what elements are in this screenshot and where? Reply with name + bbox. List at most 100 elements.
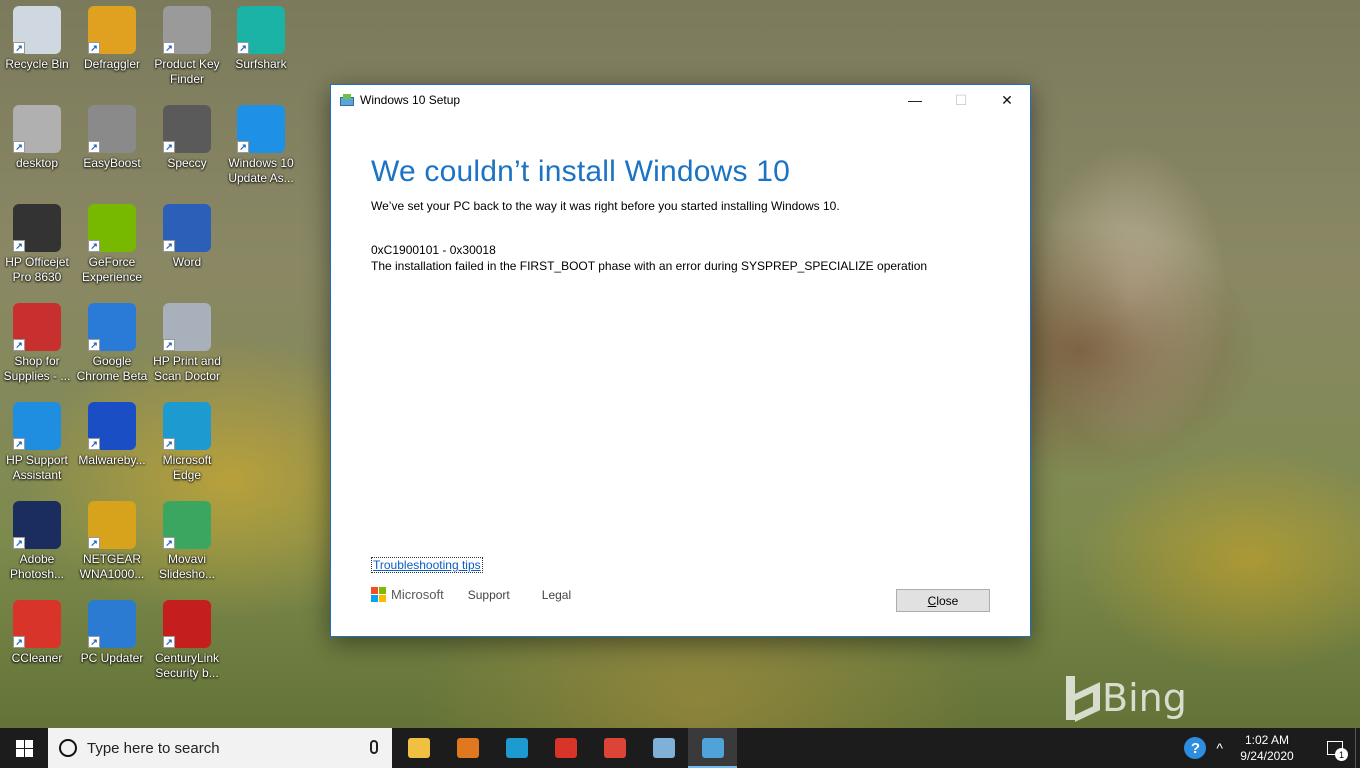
shortcut-arrow-icon: ↗	[88, 240, 100, 252]
taskbar: Type here to search ? ^ 1:02 AM 9/24/202…	[0, 728, 1360, 768]
desktop-icon[interactable]: ↗ Speccy	[150, 99, 224, 191]
shortcut-arrow-icon: ↗	[163, 42, 175, 54]
desktop-icon[interactable]: ↗ Microsoft Edge	[150, 396, 224, 488]
desktop-icon[interactable]: ↗ Product Key Finder	[150, 0, 224, 92]
shortcut-arrow-icon: ↗	[88, 141, 100, 153]
desktop-icon[interactable]: ↗ CCleaner	[0, 594, 74, 686]
windows-update-icon: ↗	[237, 105, 285, 153]
shortcut-arrow-icon: ↗	[13, 636, 25, 648]
taskbar-app-microsoft-edge[interactable]	[492, 728, 541, 768]
surfshark-icon: ↗	[237, 6, 285, 54]
desktop-icon[interactable]: ↗ Word	[150, 198, 224, 290]
windows-logo-icon	[15, 739, 33, 757]
system-tray: ? ^ 1:02 AM 9/24/2020 1	[1184, 728, 1360, 768]
close-button-accel: C	[927, 593, 937, 608]
desktop-icon[interactable]: ↗ Google Chrome Beta	[75, 297, 149, 389]
movavi-icon: ↗	[163, 501, 211, 549]
desktop-icon-label: Microsoft Edge	[162, 453, 212, 482]
desktop-icon[interactable]: ↗ Adobe Photosh...	[0, 495, 74, 587]
desktop-icon[interactable]: ↗ NETGEAR WNA1000...	[75, 495, 149, 587]
action-center-button[interactable]: 1	[1315, 728, 1355, 768]
clock[interactable]: 1:02 AM 9/24/2020	[1235, 732, 1299, 764]
taskbar-app-chrome[interactable]	[590, 728, 639, 768]
taskbar-app-ccleaner[interactable]	[541, 728, 590, 768]
defraggler-icon: ↗	[88, 6, 136, 54]
microphone-icon[interactable]	[370, 740, 378, 754]
desktop-icon[interactable]: ↗ Movavi Slidesho...	[150, 495, 224, 587]
windows-setup-icon	[340, 94, 354, 106]
chrome-icon	[603, 738, 626, 758]
taskbar-search-box[interactable]: Type here to search	[48, 728, 392, 768]
desktop-icon-label: Shop for Supplies - ...	[3, 354, 71, 383]
printer-icon: ↗	[13, 204, 61, 252]
shortcut-arrow-icon: ↗	[13, 240, 25, 252]
edge-icon: ↗	[163, 402, 211, 450]
shortcut-arrow-icon: ↗	[88, 339, 100, 351]
rollback-message: We’ve set your PC back to the way it was…	[371, 199, 840, 213]
cortana-circle-icon	[59, 739, 77, 757]
shortcut-arrow-icon: ↗	[88, 537, 100, 549]
legal-link[interactable]: Legal	[542, 588, 571, 602]
error-heading: We couldn’t install Windows 10	[371, 155, 790, 188]
show-hidden-icons-chevron-icon[interactable]: ^	[1216, 740, 1223, 756]
hp-doctor-icon: ↗	[163, 303, 211, 351]
shortcut-arrow-icon: ↗	[13, 42, 25, 54]
taskbar-app-file-explorer[interactable]	[394, 728, 443, 768]
show-desktop-button[interactable]	[1355, 728, 1360, 768]
easyboost-icon: ↗	[88, 105, 136, 153]
shortcut-arrow-icon: ↗	[88, 636, 100, 648]
minimize-button[interactable]: —	[892, 85, 938, 115]
start-button[interactable]	[0, 728, 48, 768]
desktop-icon-label: Word	[172, 255, 202, 269]
desktop-icon[interactable]: ↗ HP Print and Scan Doctor	[150, 297, 224, 389]
desktop-icon-label: CCleaner	[11, 651, 63, 665]
desktop-icon[interactable]: ↗ GeForce Experience	[75, 198, 149, 290]
title-bar[interactable]: Windows 10 Setup — ☐ ✕	[331, 85, 1030, 115]
mcafee-icon: ↗	[163, 600, 211, 648]
desktop-icon[interactable]: ↗ CenturyLink Security b...	[150, 594, 224, 686]
desktop-icon-label: HP Support Assistant	[6, 453, 68, 482]
support-link[interactable]: Support	[468, 588, 510, 602]
shortcut-arrow-icon: ↗	[163, 339, 175, 351]
ccleaner-icon: ↗	[13, 600, 61, 648]
desktop-icon[interactable]: ↗ EasyBoost	[75, 99, 149, 191]
netgear-icon: ↗	[88, 501, 136, 549]
desktop-icon[interactable]: ↗ Defraggler	[75, 0, 149, 92]
desktop-icon-label: CenturyLink Security b...	[154, 651, 220, 680]
shortcut-arrow-icon: ↗	[13, 339, 25, 351]
desktop-icon[interactable]: ↗ Shop for Supplies - ...	[0, 297, 74, 389]
shortcut-arrow-icon: ↗	[237, 141, 249, 153]
close-button[interactable]: Close	[896, 589, 990, 612]
desktop-icon-label: Malwareby...	[78, 453, 146, 467]
close-window-button[interactable]: ✕	[984, 85, 1030, 115]
desktop-icon-label: Adobe Photosh...	[9, 552, 65, 581]
desktop-icon-label: PC Updater	[80, 651, 144, 665]
taskbar-app-snipping[interactable]	[639, 728, 688, 768]
desktop-icon[interactable]: ↗ PC Updater	[75, 594, 149, 686]
desktop-icon-label: Product Key Finder	[154, 57, 220, 86]
photo-app-icon	[652, 738, 675, 758]
desktop-icon-label: Recycle Bin	[5, 57, 69, 71]
folder-icon	[407, 738, 430, 758]
troubleshooting-tips-link[interactable]: Troubleshooting tips	[371, 557, 483, 573]
setup-footer: Microsoft Support Legal	[371, 587, 603, 602]
desktop-icon[interactable]: ↗ HP Officejet Pro 8630	[0, 198, 74, 290]
bing-watermark: Bing	[1066, 676, 1187, 720]
desktop-icon[interactable]: ↗ desktop	[0, 99, 74, 191]
desktop-icon[interactable]: ↗ HP Support Assistant	[0, 396, 74, 488]
microsoft-logo-icon	[371, 587, 386, 602]
desktop-icon[interactable]: ↗ Windows 10 Update As...	[224, 99, 298, 191]
desktop-file-icon: ↗	[13, 105, 61, 153]
desktop-icon-label: Windows 10 Update As...	[228, 156, 294, 185]
desktop-icon-label: Movavi Slidesho...	[158, 552, 216, 581]
taskbar-app-media-player[interactable]	[443, 728, 492, 768]
desktop-icon[interactable]: ↗ Surfshark	[224, 0, 298, 92]
desktop-icon[interactable]: ↗ Recycle Bin	[0, 0, 74, 92]
taskbar-app-windows-10-setup[interactable]	[688, 728, 737, 768]
word-icon: ↗	[163, 204, 211, 252]
desktop-icon-label: Surfshark	[235, 57, 287, 71]
desktop-icon[interactable]: ↗ Malwareby...	[75, 396, 149, 488]
shortcut-arrow-icon: ↗	[163, 438, 175, 450]
help-icon[interactable]: ?	[1184, 737, 1207, 759]
desktop-icon-label: desktop	[15, 156, 59, 170]
